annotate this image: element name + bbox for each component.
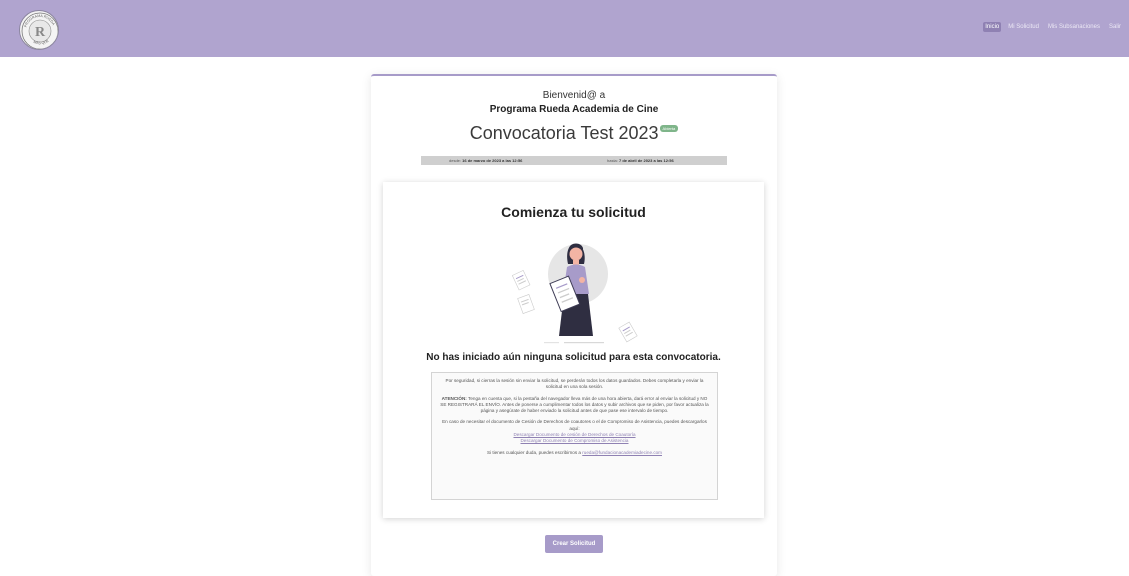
security-notice: Por seguridad, si cierras la sesión sin … (445, 378, 704, 390)
status-badge: Abierta (659, 125, 679, 132)
attention-label: ATENCIÓN: (441, 395, 467, 401)
contact-notice: Si tienes cualquier duda, puedes escribi… (486, 449, 662, 455)
program-logo[interactable]: R PROGRAMA RUEDA MÁS QUE (19, 10, 59, 50)
nav-link-mi-solicitud[interactable]: Mi Solicitud (1006, 22, 1041, 32)
date-range-bar: desde: 16 de marzo de 2023 a las 12:56 h… (421, 156, 727, 165)
info-notice-box: Por seguridad, si cierras la sesión sin … (431, 372, 718, 500)
date-to: hasta: 7 de abril de 2023 a las 12:56 (607, 158, 674, 163)
attention-notice: ATENCIÓN: Tenga en cuenta que, si la pes… (440, 395, 709, 414)
top-navbar: R PROGRAMA RUEDA MÁS QUE Inicio Mi Solic… (0, 0, 1129, 57)
documents-notice: En caso de necesitar el documento de Ces… (438, 419, 711, 444)
convocatoria-title: Convocatoria Test 2023 (469, 123, 659, 143)
create-solicitud-button[interactable]: Crear Solicitud (545, 535, 603, 553)
convocatoria-title-row: Convocatoria Test 2023 Abierta (371, 123, 777, 144)
nav-links: Inicio Mi Solicitud Mis Subsanaciones Sa… (983, 22, 1123, 32)
convocatoria-card: Bienvenid@ a Programa Rueda Academia de … (371, 74, 777, 576)
program-title: Programa Rueda Academia de Cine (489, 104, 659, 115)
download-compromiso-link[interactable]: Descargar Documento de Compromiso de Asi… (438, 438, 711, 444)
svg-text:R: R (35, 25, 46, 40)
logo-emblem-icon: R PROGRAMA RUEDA MÁS QUE (21, 12, 58, 49)
welcome-text: Bienvenid@ a (542, 90, 606, 101)
no-solicitud-message: No has iniciado aún ninguna solicitud pa… (426, 352, 721, 363)
nav-link-salir[interactable]: Salir (1107, 22, 1123, 32)
date-from: desde: 16 de marzo de 2023 a las 12:56 (449, 158, 523, 163)
nav-link-mis-subsanaciones[interactable]: Mis Subsanaciones (1046, 22, 1102, 32)
start-title: Comienza tu solicitud (501, 204, 646, 220)
start-solicitud-card: Comienza tu solicitud No has iniciado aú… (383, 182, 764, 518)
nav-link-inicio[interactable]: Inicio (983, 22, 1002, 32)
contact-email-link[interactable]: rueda@fundacionacademiadecine.com (582, 450, 662, 455)
person-with-documents-illustration (511, 243, 638, 344)
